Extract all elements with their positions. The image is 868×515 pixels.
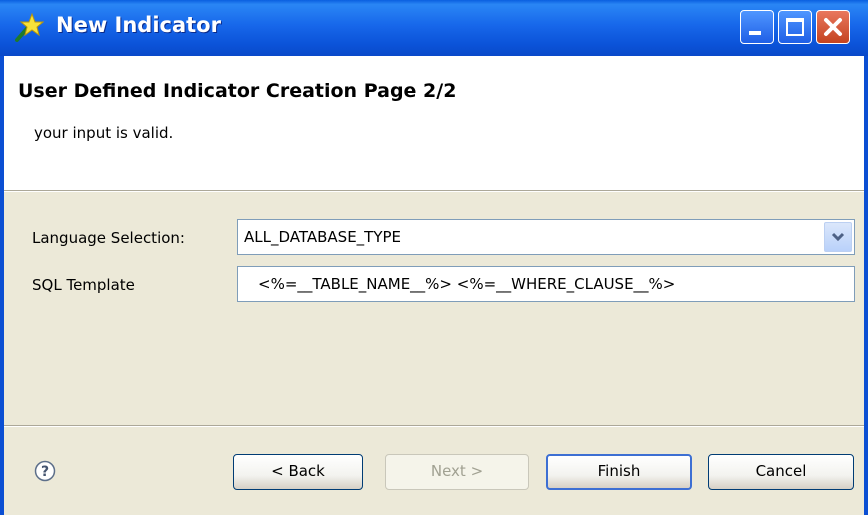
status-message: your input is valid.	[34, 124, 174, 142]
close-button[interactable]	[816, 10, 850, 44]
language-selection-value: ALL_DATABASE_TYPE	[244, 228, 402, 246]
title-bar[interactable]: New Indicator	[0, 0, 868, 56]
sql-template-field[interactable]: <%=__TABLE_NAME__%> <%=__WHERE_CLAUSE__%…	[237, 266, 855, 302]
dropdown-button[interactable]	[824, 222, 852, 252]
help-icon[interactable]: ?	[34, 460, 56, 482]
chevron-down-icon	[831, 232, 845, 242]
wizard-header: User Defined Indicator Creation Page 2/2…	[4, 56, 864, 190]
maximize-button[interactable]	[778, 10, 812, 44]
page-title: User Defined Indicator Creation Page 2/2	[18, 80, 457, 102]
footer-divider-highlight	[4, 426, 864, 427]
minimize-button[interactable]	[740, 10, 774, 44]
next-button: Next >	[385, 454, 529, 490]
new-indicator-dialog: New Indicator User Defined Indicator Cre…	[0, 0, 868, 515]
svg-text:?: ?	[41, 464, 49, 480]
language-selection-combo[interactable]: ALL_DATABASE_TYPE	[237, 219, 855, 255]
language-selection-label: Language Selection:	[32, 229, 185, 247]
header-divider-highlight	[4, 191, 864, 192]
finish-button[interactable]: Finish	[546, 454, 692, 490]
sql-template-value: <%=__TABLE_NAME__%> <%=__WHERE_CLAUSE__%…	[258, 275, 676, 293]
cancel-button[interactable]: Cancel	[708, 454, 854, 490]
sql-template-label: SQL Template	[32, 276, 135, 294]
star-wand-icon	[15, 12, 44, 42]
window-title: New Indicator	[56, 13, 221, 37]
back-button[interactable]: < Back	[233, 454, 363, 490]
close-icon	[824, 18, 842, 36]
window-frame-right	[864, 56, 868, 515]
